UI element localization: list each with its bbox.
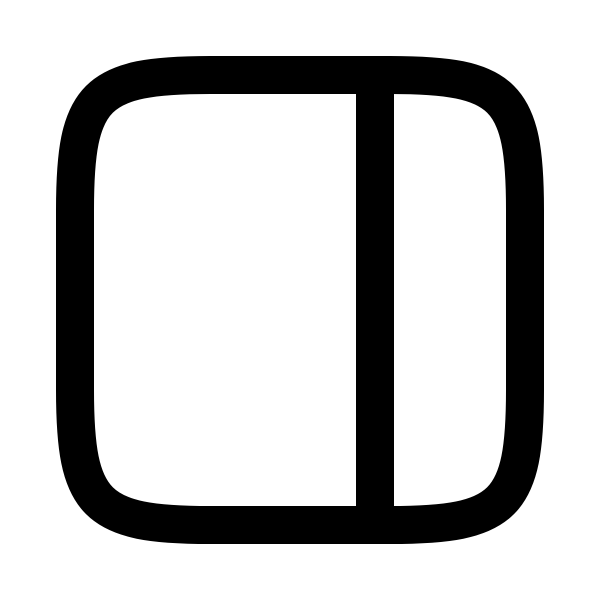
icon-canvas: [0, 0, 600, 600]
sidebar-right-icon: [56, 56, 544, 544]
icon-outer-frame: [56, 56, 544, 544]
